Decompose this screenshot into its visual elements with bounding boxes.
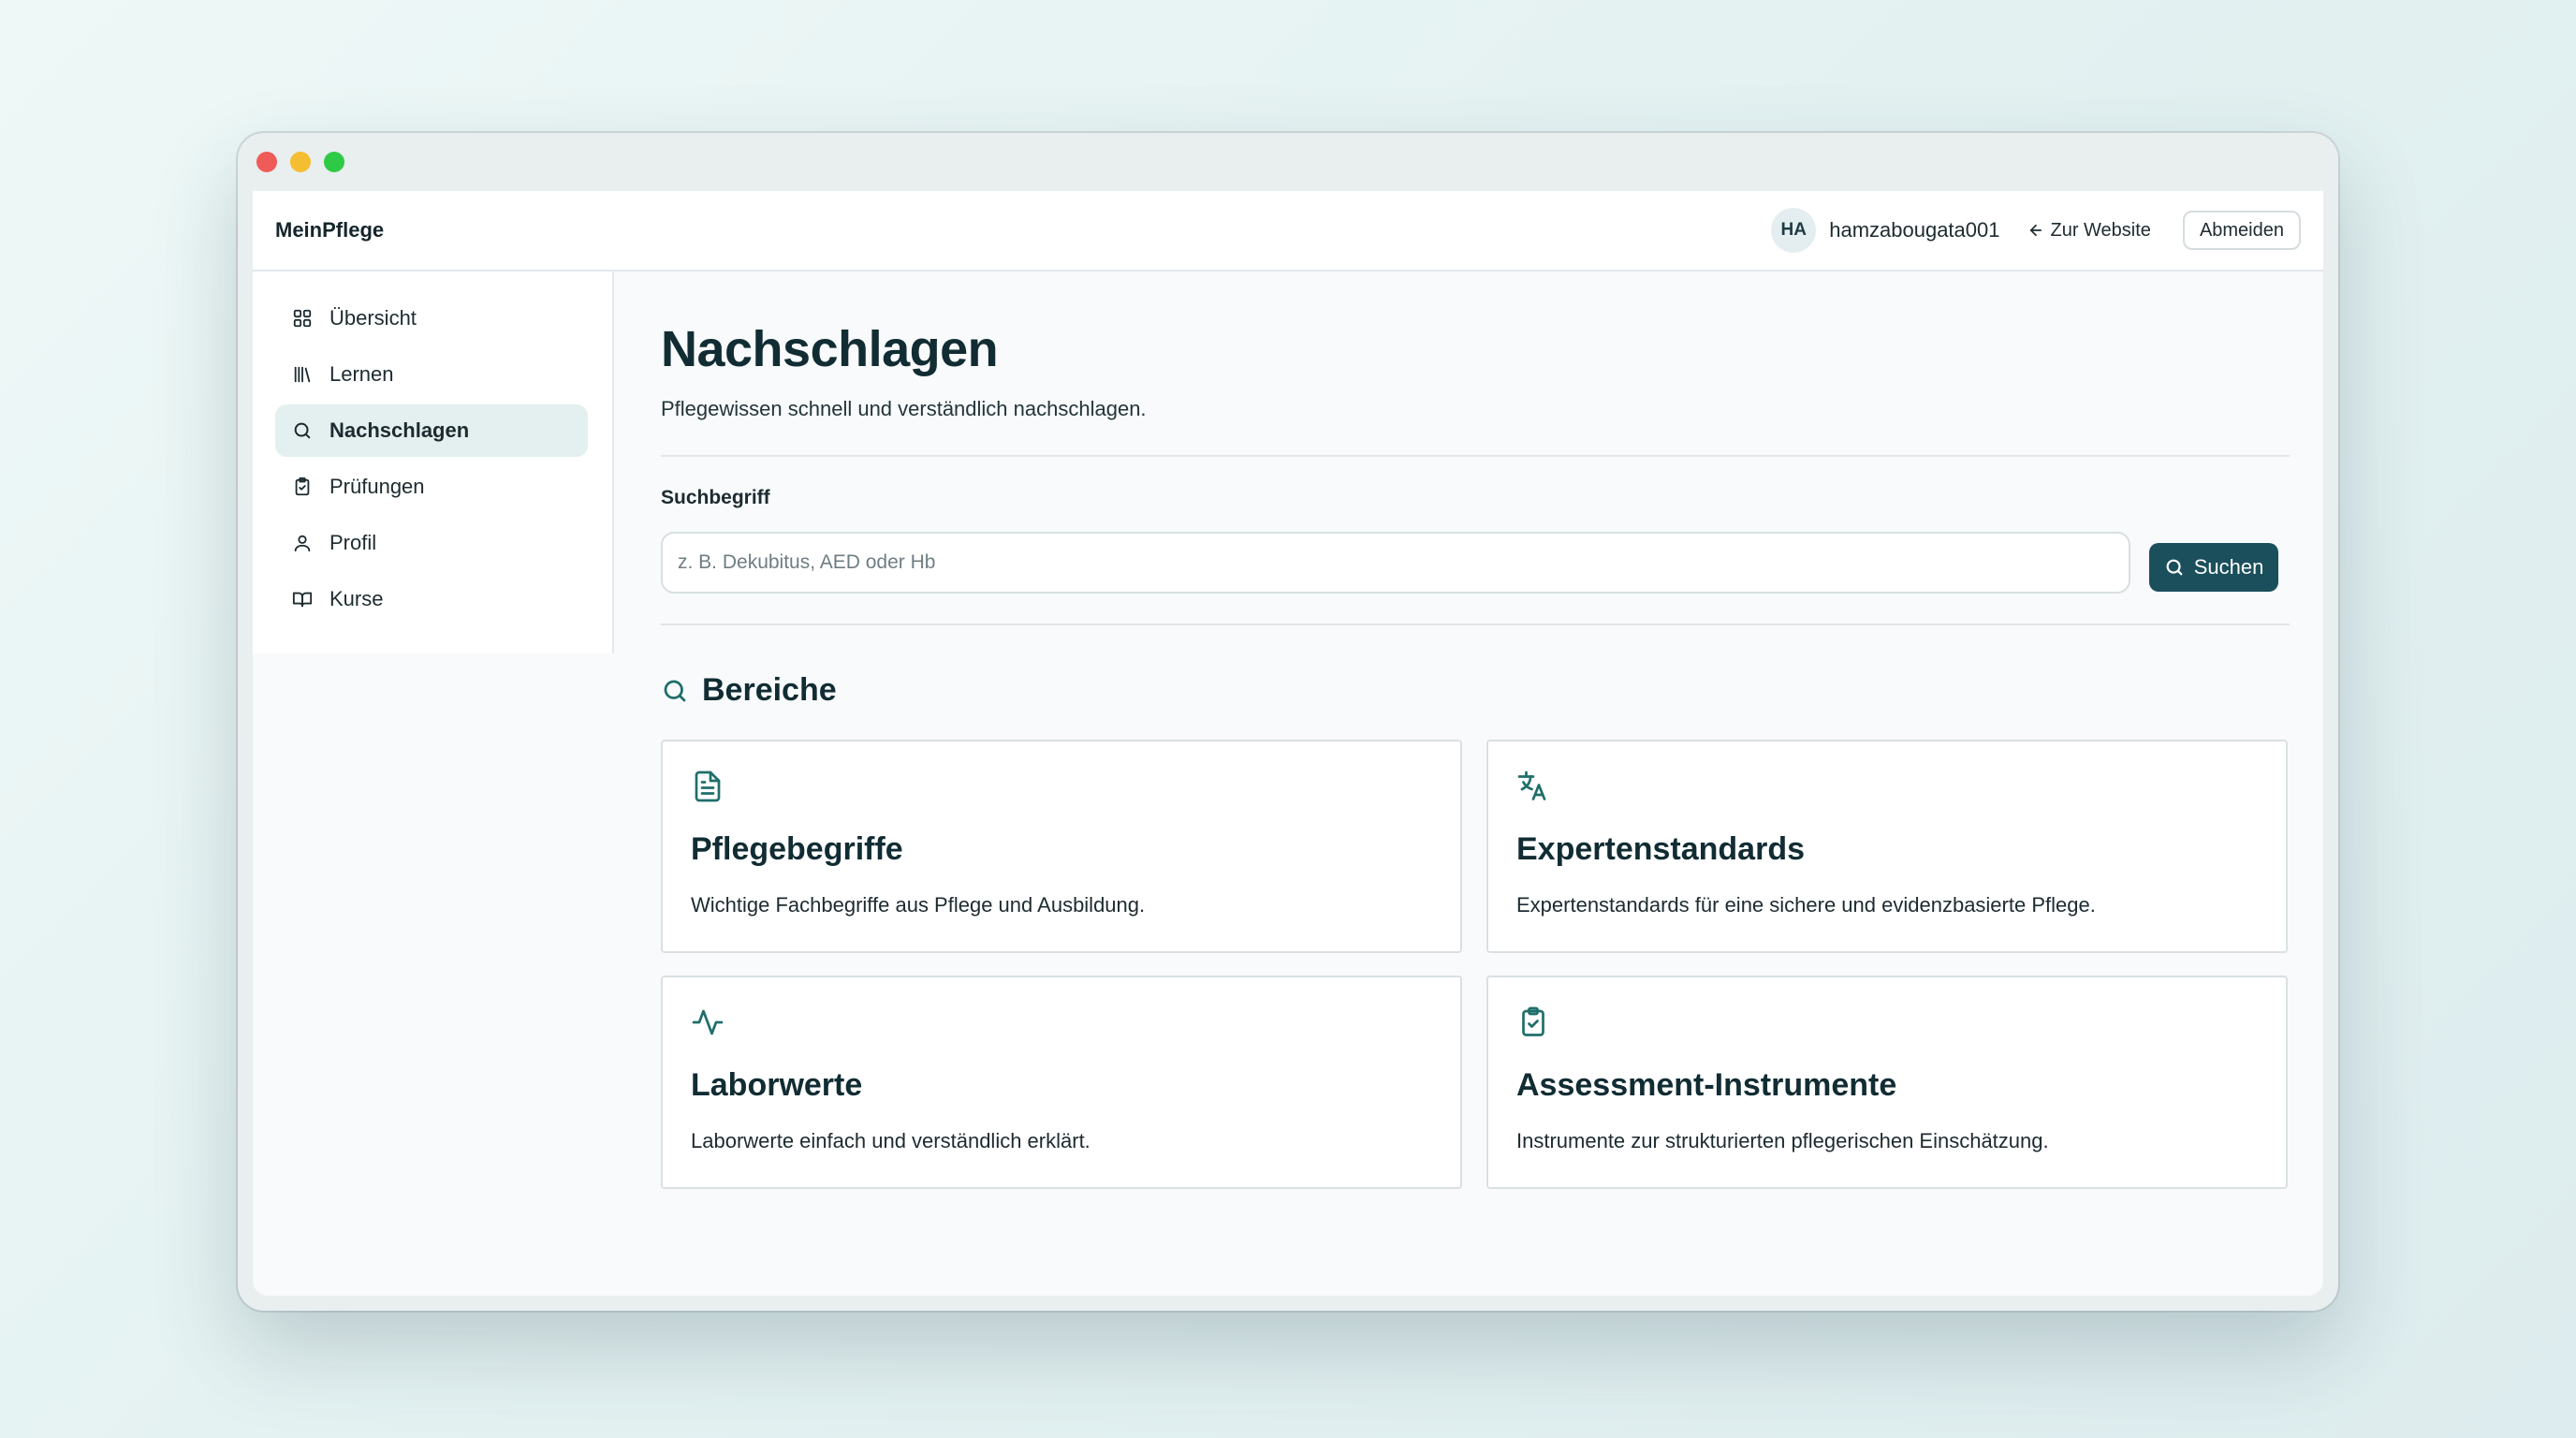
translate-icon (1516, 770, 1550, 803)
card-expertenstandards[interactable]: Expertenstandards Expertenstandards für … (1486, 740, 2288, 953)
back-to-website-link[interactable]: Zur Website (2027, 219, 2151, 242)
sidebar-item-uebersicht[interactable]: Übersicht (275, 292, 588, 345)
divider (661, 455, 2290, 457)
search-label: Suchbegriff (661, 487, 770, 508)
search-button[interactable]: Suchen (2149, 543, 2278, 592)
app-window: MeinPflege HA hamzabougata001 Zur Websit… (238, 133, 2338, 1311)
sidebar-item-pruefungen[interactable]: Prüfungen (275, 461, 588, 513)
sidebar-item-label: Kurse (329, 587, 384, 610)
card-title: Expertenstandards (1516, 831, 1805, 867)
minimize-window-button[interactable] (290, 152, 311, 172)
sidebar-item-profil[interactable]: Profil (275, 517, 588, 569)
card-title: Assessment-Instrumente (1516, 1067, 1897, 1103)
sidebar-item-label: Nachschlagen (329, 418, 470, 442)
card-description: Laborwerte einfach und verständlich erkl… (691, 1129, 1090, 1152)
library-icon (292, 364, 313, 385)
sidebar-item-label: Profil (329, 531, 377, 554)
clipboard-check-icon (1516, 1005, 1550, 1039)
card-laborwerte[interactable]: Laborwerte Laborwerte einfach und verstä… (661, 976, 1462, 1189)
sidebar-item-label: Übersicht (329, 306, 417, 330)
sidebar-item-label: Prüfungen (329, 475, 425, 498)
arrow-left-icon (2027, 222, 2050, 239)
app-content: MeinPflege HA hamzabougata001 Zur Websit… (253, 191, 2323, 1296)
activity-icon (691, 1005, 724, 1039)
search-icon (292, 420, 313, 441)
close-window-button[interactable] (256, 152, 277, 172)
search-icon (661, 677, 689, 705)
sidebar-item-nachschlagen[interactable]: Nachschlagen (275, 404, 588, 457)
page-title: Nachschlagen (661, 321, 999, 377)
grid-icon (292, 308, 313, 329)
card-description: Instrumente zur strukturierten pflegeris… (1516, 1129, 2049, 1152)
sidebar: Übersicht Lernen Nachschlagen Prüfungen (253, 271, 614, 653)
sidebar-item-label: Lernen (329, 362, 394, 386)
card-assessment-instrumente[interactable]: Assessment-Instrumente Instrumente zur s… (1486, 976, 2288, 1189)
clipboard-check-icon (292, 477, 313, 497)
maximize-window-button[interactable] (324, 152, 344, 172)
username: hamzabougata001 (1829, 218, 2000, 242)
card-description: Expertenstandards für eine sichere und e… (1516, 893, 2096, 917)
user-icon (292, 533, 313, 553)
card-title: Laborwerte (691, 1067, 863, 1103)
top-bar: MeinPflege HA hamzabougata001 Zur Websit… (253, 191, 2323, 271)
book-open-icon (292, 589, 313, 609)
avatar[interactable]: HA (1771, 208, 1817, 253)
divider (661, 624, 2290, 625)
card-description: Wichtige Fachbegriffe aus Pflege und Aus… (691, 893, 1146, 917)
section-header: Bereiche (661, 672, 837, 709)
document-icon (691, 770, 724, 803)
brand-logo[interactable]: MeinPflege (275, 218, 384, 242)
logout-button[interactable]: Abmeiden (2182, 211, 2301, 250)
page-subtitle: Pflegewissen schnell und verständlich na… (661, 397, 1147, 420)
section-title: Bereiche (702, 672, 837, 708)
window-controls (256, 152, 344, 172)
search-button-label: Suchen (2193, 555, 2264, 579)
sidebar-item-kurse[interactable]: Kurse (275, 573, 588, 625)
card-pflegebegriffe[interactable]: Pflegebegriffe Wichtige Fachbegriffe aus… (661, 740, 1462, 953)
sidebar-item-lernen[interactable]: Lernen (275, 348, 588, 401)
search-input[interactable] (661, 532, 2130, 594)
card-title: Pflegebegriffe (691, 831, 903, 867)
back-link-label: Zur Website (2050, 219, 2151, 241)
user-area: HA hamzabougata001 Zur Website Abmeiden (1771, 208, 2301, 253)
search-icon (2164, 557, 2194, 578)
